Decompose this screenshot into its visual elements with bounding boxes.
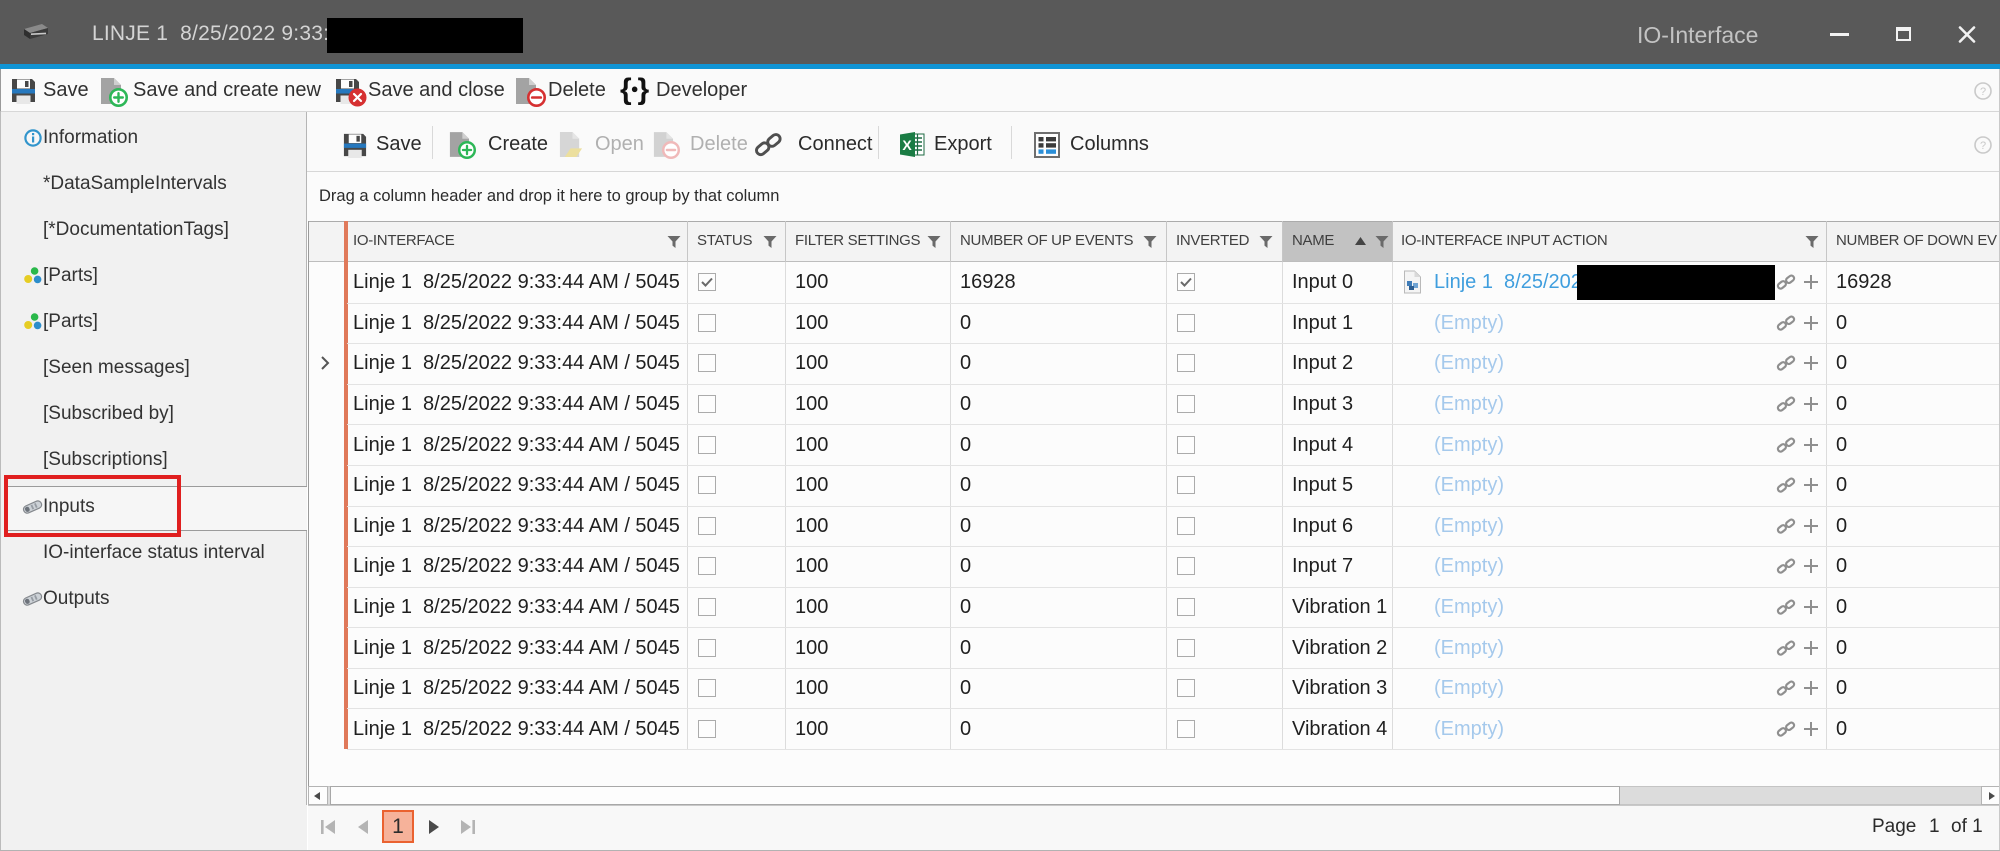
svg-text:?: ? (1980, 86, 1986, 98)
svg-text:X: X (902, 137, 912, 153)
svg-text:?: ? (1980, 140, 1986, 152)
